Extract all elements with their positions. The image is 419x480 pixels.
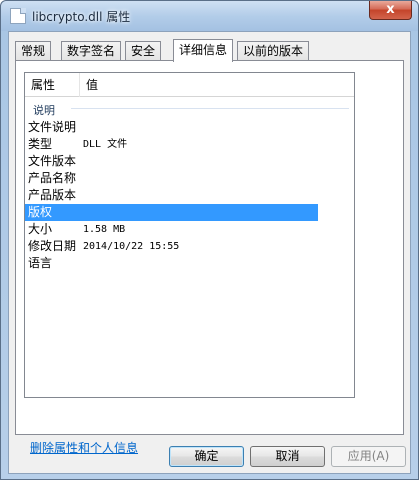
column-header-value[interactable]: 值 [80, 73, 354, 97]
apply-button[interactable]: 应用(A) [331, 446, 406, 467]
row-key: 产品名称 [28, 171, 77, 185]
file-icon [10, 8, 26, 24]
row-key: 版权 [28, 205, 53, 219]
row-file-version[interactable]: 文件版本 [25, 153, 354, 170]
row-size[interactable]: 大小 1.58 MB [25, 221, 354, 238]
row-product-version[interactable]: 产品版本 [25, 187, 354, 204]
row-product-name[interactable]: 产品名称 [25, 170, 354, 187]
close-button[interactable]: x [369, 1, 412, 20]
row-key: 修改日期 [28, 239, 77, 253]
row-copyright[interactable]: 版权 [25, 204, 318, 221]
row-key: 大小 [28, 222, 53, 236]
tab-details[interactable]: 详细信息 [173, 39, 234, 62]
row-key: 语言 [28, 256, 53, 270]
tab-general[interactable]: 常规 [15, 41, 52, 61]
tab-digital-signature[interactable]: 数字签名 [61, 41, 122, 61]
properties-window: libcrypto.dll 属性 x 常规 数字签名 安全 详细信息 以前的版本… [0, 0, 419, 480]
row-language[interactable]: 语言 [25, 255, 354, 272]
details-panel: 属性 值 说明 文件说明 类型 DLL 文件 文件版本 产品名称 产品版本 版权… [15, 60, 404, 455]
dialog-body: 常规 数字签名 安全 详细信息 以前的版本 属性 值 说明 文件说明 类型 DL… [8, 31, 411, 474]
list-header: 属性 值 [25, 73, 354, 97]
row-key: 产品版本 [28, 188, 77, 202]
row-date-modified[interactable]: 修改日期 2014/10/22 15:55 [25, 238, 354, 255]
tab-security[interactable]: 安全 [125, 41, 162, 61]
title-bar[interactable]: libcrypto.dll 属性 x [1, 1, 418, 31]
tab-previous-versions[interactable]: 以前的版本 [237, 41, 310, 61]
group-divider [71, 108, 349, 109]
ok-button[interactable]: 确定 [169, 446, 244, 467]
row-value: 2014/10/22 15:55 [83, 241, 180, 252]
row-value: DLL 文件 [83, 139, 128, 150]
window-title: libcrypto.dll 属性 [32, 10, 131, 24]
group-header-description: 说明 [33, 104, 55, 117]
row-key: 文件版本 [28, 154, 77, 168]
remove-properties-link[interactable]: 删除属性和个人信息 [30, 439, 138, 456]
row-key: 文件说明 [28, 120, 77, 134]
row-type[interactable]: 类型 DLL 文件 [25, 136, 354, 153]
property-rows: 文件说明 类型 DLL 文件 文件版本 产品名称 产品版本 版权 大小 1.58… [25, 119, 354, 272]
row-key: 类型 [28, 137, 53, 151]
properties-list[interactable]: 属性 值 说明 文件说明 类型 DLL 文件 文件版本 产品名称 产品版本 版权… [24, 72, 355, 398]
row-file-description[interactable]: 文件说明 [25, 119, 354, 136]
row-value: 1.58 MB [83, 224, 126, 235]
column-header-property[interactable]: 属性 [25, 73, 80, 97]
cancel-button[interactable]: 取消 [250, 446, 325, 467]
